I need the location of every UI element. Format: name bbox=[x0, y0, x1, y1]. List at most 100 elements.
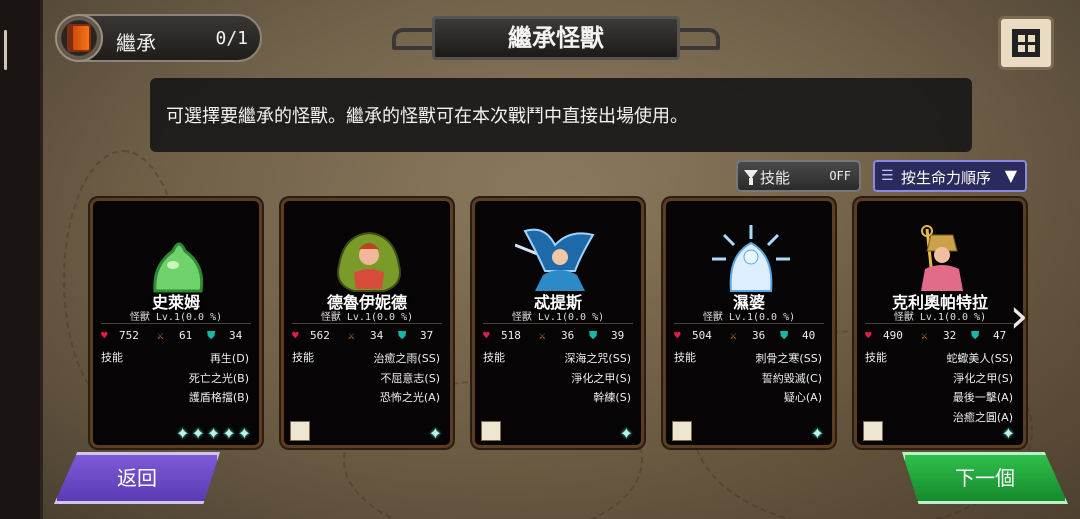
monster-card[interactable]: 德魯伊妮德 怪獸 Lv.1(0.0 %) ♥ 562 ⚔ 34 ⛊ 37 技能 … bbox=[281, 198, 453, 448]
sword-icon: ⚔ bbox=[730, 329, 737, 342]
filter-icon bbox=[744, 170, 758, 185]
thetis-sprite bbox=[515, 228, 595, 291]
heart-icon: ♥ bbox=[101, 329, 108, 342]
hp-value: 752 bbox=[119, 329, 139, 342]
filter-state: OFF bbox=[829, 169, 851, 183]
skill-label: 技能 bbox=[674, 351, 696, 364]
filter-label: 技能 bbox=[760, 169, 791, 187]
attack-value: 36 bbox=[561, 329, 575, 342]
book-icon bbox=[55, 14, 103, 62]
monster-card[interactable]: 濕婆 怪獸 Lv.1(0.0 %) ♥ 504 ⚔ 36 ⛊ 40 技能 刺骨之… bbox=[663, 198, 835, 448]
divider bbox=[674, 323, 824, 324]
attack-value: 34 bbox=[370, 329, 384, 342]
defense-value: 34 bbox=[229, 329, 243, 342]
skill-item: 蛇蠍美人(SS) bbox=[946, 352, 1013, 365]
heart-icon: ♥ bbox=[483, 329, 490, 342]
skill-list: 刺骨之寒(SS) 誓約毀滅(C) 疑心(A) bbox=[755, 349, 822, 408]
monster-level: 怪獸 Lv.1(0.0 %) bbox=[129, 312, 223, 323]
page-title: 繼承怪獸 bbox=[432, 16, 680, 60]
skill-item: 深海之咒(SS) bbox=[564, 352, 631, 365]
slime-sprite bbox=[153, 242, 204, 293]
monster-card[interactable]: 忒提斯 怪獸 Lv.1(0.0 %) ♥ 518 ⚔ 36 ⛊ 39 技能 深海… bbox=[472, 198, 644, 448]
sword-icon: ⚔ bbox=[921, 329, 928, 342]
skill-label: 技能 bbox=[483, 351, 505, 364]
monster-stats: ♥ 490 ⚔ 32 ⛊ 47 bbox=[865, 329, 1015, 345]
monster-level: 怪獸 Lv.1(0.0 %) bbox=[702, 312, 796, 323]
defense-value: 40 bbox=[802, 329, 816, 342]
divider bbox=[101, 323, 251, 324]
skill-item: 死亡之光(B) bbox=[188, 371, 249, 385]
monster-stats: ♥ 518 ⚔ 36 ⛊ 39 bbox=[483, 329, 633, 345]
shield-icon: ⛊ bbox=[589, 329, 598, 342]
divider bbox=[483, 323, 633, 324]
skill-item: 刺骨之寒(SS) bbox=[755, 352, 822, 365]
attack-value: 32 bbox=[943, 329, 957, 342]
hp-value: 562 bbox=[310, 329, 330, 342]
document-icon bbox=[481, 421, 501, 441]
hp-value: 504 bbox=[692, 329, 712, 342]
attack-value: 36 bbox=[752, 329, 766, 342]
instruction-message: 可選擇要繼承的怪獸。繼承的怪獸可在本次戰鬥中直接出場使用。 bbox=[150, 78, 972, 152]
monster-stats: ♥ 562 ⚔ 34 ⛊ 37 bbox=[292, 329, 442, 345]
monster-level: 怪獸 Lv.1(0.0 %) bbox=[893, 312, 987, 323]
skill-item: 疑心(A) bbox=[783, 391, 822, 404]
skill-item: 恐怖之光(A) bbox=[379, 391, 440, 404]
attack-value: 61 bbox=[179, 329, 193, 342]
hp-value: 490 bbox=[883, 329, 903, 342]
skill-list: 再生(D) 死亡之光(B) 護盾格擋(B) bbox=[189, 349, 249, 408]
monster-card[interactable]: 克利奧帕特拉 怪獸 Lv.1(0.0 %) ♥ 490 ⚔ 32 ⛊ 47 技能… bbox=[854, 198, 1026, 448]
monster-level: 怪獸 Lv.1(0.0 %) bbox=[511, 312, 605, 323]
skill-item: 淨化之甲(S) bbox=[953, 371, 1013, 385]
sort-icon: ☰ bbox=[881, 168, 894, 184]
sort-label: 按生命力順序 bbox=[901, 169, 992, 187]
monster-stats: ♥ 504 ⚔ 36 ⛊ 40 bbox=[674, 329, 824, 345]
skill-list: 治癒之雨(SS) 不屈意志(S) 恐怖之光(A) bbox=[373, 349, 440, 408]
skill-item: 誓約毀滅(C) bbox=[761, 371, 822, 385]
document-icon bbox=[863, 421, 883, 441]
defense-value: 37 bbox=[420, 329, 434, 342]
game-screen: 繼承 0/1 繼承怪獸 可選擇要繼承的怪獸。繼承的怪獸可在本次戰鬥中直接出場使用… bbox=[0, 0, 1080, 519]
sort-dropdown[interactable]: ☰ 按生命力順序 ▼ bbox=[873, 160, 1027, 192]
divider bbox=[292, 323, 442, 324]
document-icon bbox=[290, 421, 310, 441]
monster-stats: ♥ 752 ⚔ 61 ⛊ 34 bbox=[101, 329, 251, 345]
system-edge-handle bbox=[4, 30, 7, 70]
skill-item: 幹練(S) bbox=[593, 391, 631, 404]
rarity-stars: ✦ bbox=[619, 424, 635, 443]
rarity-stars: ✦ bbox=[810, 424, 826, 443]
skill-item: 最後一擊(A) bbox=[952, 391, 1013, 404]
heart-icon: ♥ bbox=[865, 329, 872, 342]
qr-code-scroll-button[interactable] bbox=[998, 16, 1054, 70]
shield-icon: ⛊ bbox=[971, 329, 980, 342]
skill-list: 蛇蠍美人(SS) 淨化之甲(S) 最後一擊(A) 治癒之圓(A) bbox=[946, 349, 1013, 427]
heart-icon: ♥ bbox=[674, 329, 681, 342]
skill-label: 技能 bbox=[865, 351, 887, 364]
skill-list: 深海之咒(SS) 淨化之甲(S) 幹練(S) bbox=[564, 349, 631, 408]
rarity-stars: ✦ bbox=[428, 424, 444, 443]
back-button[interactable]: 返回 bbox=[54, 452, 220, 504]
sword-icon: ⚔ bbox=[157, 329, 164, 342]
chevron-down-icon: ▼ bbox=[1004, 166, 1017, 185]
title-banner: 繼承怪獸 bbox=[392, 10, 720, 62]
skill-filter-button[interactable]: 技能 OFF bbox=[736, 160, 861, 192]
rarity-stars: ✦ bbox=[1001, 424, 1017, 443]
skill-item: 治癒之雨(SS) bbox=[373, 352, 440, 365]
defense-value: 39 bbox=[611, 329, 625, 342]
shield-icon: ⛊ bbox=[780, 329, 789, 342]
hp-value: 518 bbox=[501, 329, 521, 342]
monster-card[interactable]: 史萊姆 怪獸 Lv.1(0.0 %) ♥ 752 ⚔ 61 ⛊ 34 技能 再生… bbox=[90, 198, 262, 448]
monster-level: 怪獸 Lv.1(0.0 %) bbox=[320, 312, 414, 323]
inherit-label: 繼承 bbox=[116, 31, 156, 55]
skill-label: 技能 bbox=[101, 351, 123, 364]
sword-icon: ⚔ bbox=[348, 329, 355, 342]
skill-item: 再生(D) bbox=[209, 352, 249, 365]
scroll-right-arrow-icon[interactable]: › bbox=[1003, 288, 1035, 344]
inherit-count: 0/1 bbox=[215, 28, 248, 49]
next-button[interactable]: 下一個 bbox=[902, 452, 1068, 504]
divider bbox=[865, 323, 1015, 324]
skill-label: 技能 bbox=[292, 351, 314, 364]
skill-item: 淨化之甲(S) bbox=[571, 371, 631, 385]
shiva-sprite bbox=[712, 225, 790, 292]
document-icon bbox=[672, 421, 692, 441]
skill-item: 不屈意志(S) bbox=[380, 371, 440, 385]
